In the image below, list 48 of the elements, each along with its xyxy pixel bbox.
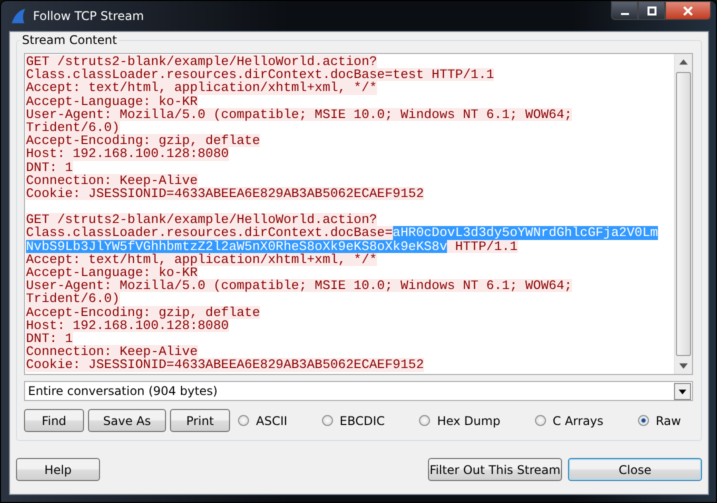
conversation-dropdown[interactable]: Entire conversation (904 bytes) — [24, 381, 693, 401]
dialog-button[interactable]: Close — [568, 458, 702, 481]
stream-text: User-Agent: Mozilla/5.0 (compatible; MSIE 10.0; Windows NT 6.1; WOW64; — [26, 279, 572, 292]
group-title: Stream Content — [20, 33, 119, 47]
stream-text: Accept: text/html, application/xhtml+xml, */* — [26, 81, 378, 95]
fin-icon — [9, 7, 27, 25]
format-radio[interactable]: Raw — [638, 414, 681, 428]
stream-text: Connection: Keep-Alive — [26, 345, 198, 358]
close-icon — [683, 6, 693, 16]
selected-text: NvbS9Lb3JlYW5fVGhhbmtzZ2l2aW5nX0RheS8oXk9eKS8oXk9eKS8v — [26, 240, 448, 253]
help-button[interactable]: Help — [16, 458, 100, 481]
action-button[interactable]: Print — [170, 409, 230, 432]
stream-text: Cookie: JSESSIONID=4633ABEEA6E829AB3AB5062ECAEF9152 — [26, 358, 424, 372]
format-radio[interactable]: Hex Dump — [419, 414, 500, 428]
stream-text: User-Agent: Mozilla/5.0 (compatible; MSIE 10.0; Windows NT 6.1; WOW64; — [26, 108, 572, 121]
format-radio[interactable]: EBCDIC — [322, 414, 385, 428]
stream-text: Accept-Encoding: gzip, deflate — [26, 134, 260, 148]
minimize-icon — [620, 12, 628, 14]
stream-text: Accept-Language: ko-KR — [26, 94, 198, 108]
stream-text: Accept: text/html, application/xhtml+xml, */* — [26, 252, 378, 266]
stream-text: Trident/6.0) — [26, 292, 120, 306]
stream-text: Class.classLoader.resources.dirContext.docBase=test HTTP/1.1 — [26, 68, 494, 82]
stream-text: Accept-Language: ko-KR — [26, 266, 198, 280]
stream-text: Host: 192.168.100.128:8080 — [26, 147, 229, 160]
maximize-icon — [646, 6, 656, 16]
stream-text: Host: 192.168.100.128:8080 — [26, 318, 229, 332]
close-button[interactable] — [665, 1, 711, 20]
stream-text: Cookie: JSESSIONID=4633ABEEA6E829AB3AB5062ECAEF9152 — [26, 186, 424, 200]
action-button[interactable]: Save As — [88, 409, 166, 432]
dialog-button[interactable]: Filter Out This Stream — [428, 458, 562, 481]
window-title: Follow TCP Stream — [33, 9, 144, 23]
stream-text: HTTP/1.1 — [447, 240, 518, 253]
stream-text: DNT: 1 — [26, 160, 73, 174]
stream-text: Connection: Keep-Alive — [26, 174, 198, 187]
selected-text: aHR0cDovL3d3dy5oYWNrdGhlcGFja2V0Lm — [392, 226, 658, 240]
format-radio[interactable]: ASCII — [238, 414, 288, 428]
scrollbar[interactable] — [674, 54, 692, 374]
action-button[interactable]: Find — [24, 409, 84, 432]
stream-text: Trident/6.0) — [26, 120, 120, 134]
format-radio[interactable]: C Arrays — [534, 414, 604, 428]
stream-text: GET /struts2-blank/example/HelloWorld.action? — [26, 55, 378, 68]
stream-text: Class.classLoader.resources.dirContext.docBase= — [26, 226, 393, 240]
minimize-button[interactable] — [611, 1, 638, 20]
maximize-button[interactable] — [638, 1, 665, 20]
stream-text: DNT: 1 — [26, 332, 73, 346]
stream-text-area[interactable] — [24, 53, 693, 375]
stream-text: GET /struts2-blank/example/HelloWorld.action? — [26, 213, 378, 226]
stream-text: Accept-Encoding: gzip, deflate — [26, 306, 260, 319]
